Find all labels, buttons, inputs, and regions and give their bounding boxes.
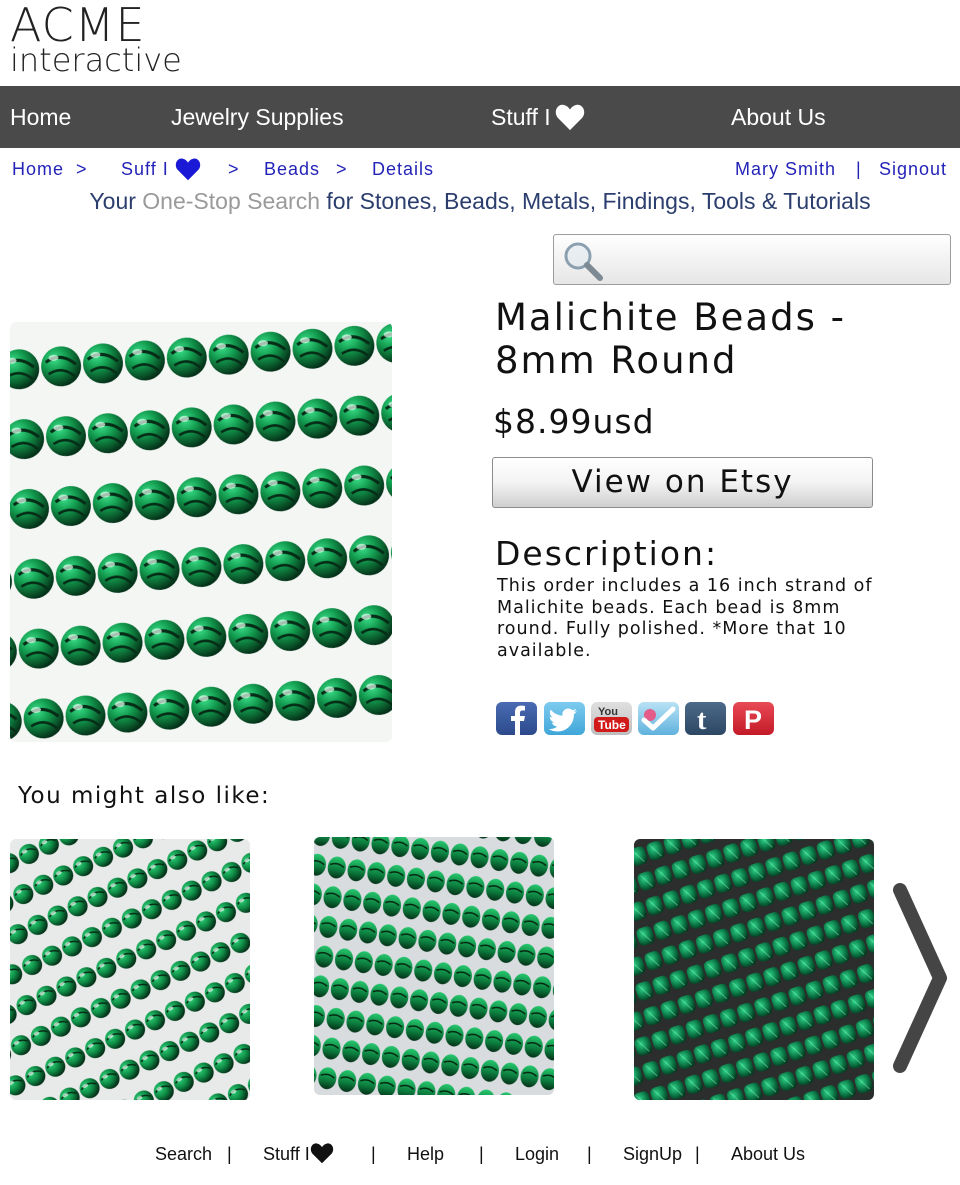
view-on-etsy-button[interactable]: View on Etsy — [492, 457, 873, 508]
facebook-icon[interactable] — [496, 702, 537, 735]
product-title: Malichite Beads - 8mm Round — [495, 296, 846, 382]
related-item-3[interactable] — [634, 839, 874, 1100]
footer-help-link[interactable]: Help — [407, 1140, 444, 1168]
nav-about-us[interactable]: About Us — [731, 86, 826, 148]
nav-stuff-i-love[interactable]: Stuff I — [491, 86, 585, 148]
search-input[interactable] — [608, 241, 938, 279]
footer-stuff-link[interactable]: Stuff I — [263, 1140, 334, 1168]
tagline-part2: for Stones, Beads, Metals, Findings, Too… — [320, 188, 871, 214]
footer-search-link[interactable]: Search — [155, 1140, 212, 1168]
product-image — [10, 322, 392, 742]
footer-divider: | — [371, 1144, 376, 1164]
svg-text:Tube: Tube — [598, 718, 626, 732]
search-box[interactable] — [553, 234, 951, 285]
tagline: Your One-Stop Search for Stones, Beads, … — [0, 188, 960, 215]
breadcrumb-separator: > — [228, 159, 240, 179]
breadcrumb-beads[interactable]: Beads — [264, 157, 320, 181]
related-heading: You might also like: — [18, 783, 271, 809]
breadcrumb-stuff-label: Suff I — [121, 159, 169, 179]
twitter-icon[interactable] — [544, 702, 585, 735]
footer-signup-link[interactable]: SignUp — [623, 1140, 682, 1168]
related-item-2[interactable] — [314, 837, 554, 1095]
related-item-1[interactable] — [10, 839, 250, 1100]
breadcrumb-separator: > — [76, 159, 88, 179]
footer-divider: | — [587, 1144, 592, 1164]
tagline-highlight: One-Stop Search — [142, 188, 321, 214]
description-heading: Description: — [495, 534, 719, 573]
search-icon[interactable] — [562, 240, 604, 282]
related-item-3-image — [634, 839, 874, 1100]
user-divider: | — [856, 159, 862, 179]
pinterest-icon[interactable]: P — [733, 702, 774, 735]
heart-icon — [555, 104, 584, 130]
related-item-2-image — [314, 837, 554, 1095]
foursquare-icon[interactable] — [638, 702, 679, 735]
product-price: $8.99usd — [493, 402, 655, 441]
breadcrumb-details[interactable]: Details — [372, 157, 434, 181]
breadcrumb-stuff[interactable]: Suff I — [121, 157, 201, 181]
nav-stuff-label: Stuff I — [491, 104, 551, 130]
tagline-part1: Your — [89, 188, 143, 214]
chevron-right-icon[interactable] — [890, 880, 950, 1080]
breadcrumb: Home > Suff I > Beads > Details Mary Smi… — [0, 157, 960, 181]
nav-jewelry-supplies[interactable]: Jewelry Supplies — [171, 86, 344, 148]
svg-text:P: P — [744, 705, 762, 735]
footer-stuff-label: Stuff I — [263, 1144, 310, 1164]
malachite-beads-image — [10, 322, 392, 742]
signout-link[interactable]: Signout — [879, 157, 947, 181]
footer-divider: | — [695, 1144, 700, 1164]
footer-about-link[interactable]: About Us — [731, 1140, 805, 1168]
heart-icon — [310, 1143, 333, 1164]
footer-login-link[interactable]: Login — [515, 1140, 559, 1168]
svg-text:You: You — [598, 706, 618, 718]
breadcrumb-home[interactable]: Home — [12, 157, 64, 181]
footer-divider: | — [227, 1144, 232, 1164]
footer-divider: | — [479, 1144, 484, 1164]
heart-icon — [175, 158, 200, 180]
description-text: This order includes a 16 inch strand of … — [497, 576, 873, 661]
user-name-link[interactable]: Mary Smith — [735, 157, 836, 181]
related-item-1-image — [10, 839, 250, 1100]
nav-home[interactable]: Home — [10, 86, 71, 148]
logo[interactable]: ACME interactive — [10, 2, 182, 76]
footer-nav: Search | Stuff I | Help | Login | SignUp… — [0, 1140, 960, 1168]
youtube-icon[interactable]: You Tube — [591, 702, 632, 735]
svg-text:t: t — [697, 705, 707, 735]
breadcrumb-separator: > — [336, 159, 348, 179]
tumblr-icon[interactable]: t — [685, 702, 726, 735]
main-nav: Home Jewelry Supplies Stuff I About Us — [0, 86, 960, 148]
logo-line2: interactive — [10, 41, 182, 79]
